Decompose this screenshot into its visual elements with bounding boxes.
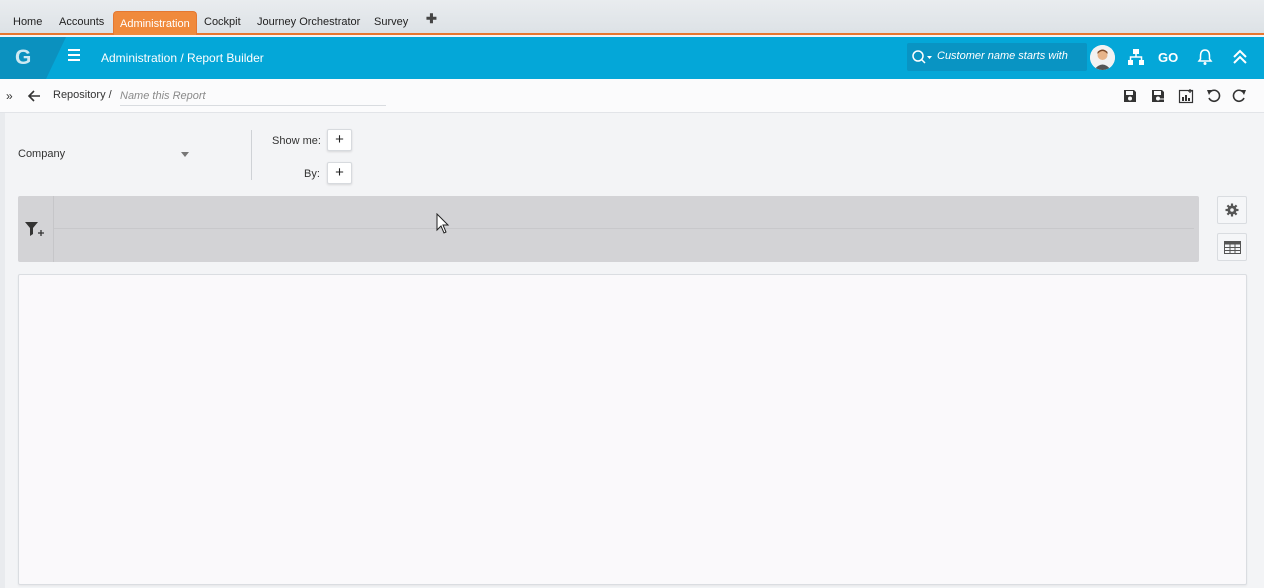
filter-add-icon[interactable] xyxy=(24,221,46,237)
object-select[interactable]: Company xyxy=(18,148,65,160)
bell-icon[interactable] xyxy=(1197,48,1213,66)
app-header: G Administration / Report Builder Custom… xyxy=(0,37,1264,79)
logo[interactable]: G xyxy=(0,37,66,79)
global-search[interactable]: Customer name starts with xyxy=(907,43,1087,71)
collapse-up-icon[interactable] xyxy=(1232,49,1248,65)
add-chart-icon[interactable] xyxy=(1178,88,1194,104)
expand-sidebar-icon[interactable]: » xyxy=(6,89,13,103)
mouse-cursor-icon xyxy=(436,213,450,234)
save-as-icon[interactable] xyxy=(1150,88,1166,104)
page-breadcrumb: Administration / Report Builder xyxy=(101,51,264,65)
go-icon[interactable]: GO xyxy=(1158,50,1178,65)
config-divider xyxy=(251,130,252,180)
tab-administration[interactable]: Administration xyxy=(113,11,197,35)
top-tab-bar: Home Accounts Administration Cockpit Jou… xyxy=(0,0,1264,35)
back-arrow-icon[interactable] xyxy=(26,88,42,104)
by-label: By: xyxy=(304,168,320,180)
tab-accounts[interactable]: Accounts xyxy=(59,10,104,34)
avatar[interactable] xyxy=(1090,45,1115,70)
show-me-label: Show me: xyxy=(272,135,321,147)
report-toolbar: » Repository / xyxy=(0,79,1264,113)
add-tab-icon[interactable]: ✚ xyxy=(426,11,437,27)
tab-survey[interactable]: Survey xyxy=(374,10,408,34)
redo-icon[interactable] xyxy=(1231,88,1247,104)
table-view-icon xyxy=(1224,241,1241,254)
hierarchy-icon[interactable] xyxy=(1127,48,1145,66)
sidebar-collapsed-strip xyxy=(0,79,5,588)
add-show-me-button[interactable]: + xyxy=(327,129,352,151)
save-icon[interactable] xyxy=(1122,88,1138,104)
settings-button[interactable] xyxy=(1217,196,1247,224)
tab-cockpit[interactable]: Cockpit xyxy=(204,10,241,34)
undo-icon[interactable] xyxy=(1206,88,1222,104)
report-canvas[interactable] xyxy=(18,274,1247,585)
filter-bar[interactable] xyxy=(18,196,1199,262)
gear-icon xyxy=(1225,203,1239,217)
tab-journey-orchestrator[interactable]: Journey Orchestrator xyxy=(257,10,360,34)
menu-icon[interactable] xyxy=(68,49,80,61)
filter-separator xyxy=(53,196,54,262)
search-placeholder: Customer name starts with xyxy=(937,50,1068,62)
logo-letter: G xyxy=(15,46,32,69)
filter-row-divider xyxy=(54,228,1194,229)
chevron-down-icon[interactable] xyxy=(181,152,189,157)
table-view-button[interactable] xyxy=(1217,233,1247,261)
repository-link[interactable]: Repository / xyxy=(53,89,112,101)
tab-home[interactable]: Home xyxy=(13,10,42,34)
add-by-button[interactable]: + xyxy=(327,162,352,184)
report-name-input[interactable] xyxy=(120,87,386,106)
search-icon[interactable] xyxy=(911,49,935,65)
